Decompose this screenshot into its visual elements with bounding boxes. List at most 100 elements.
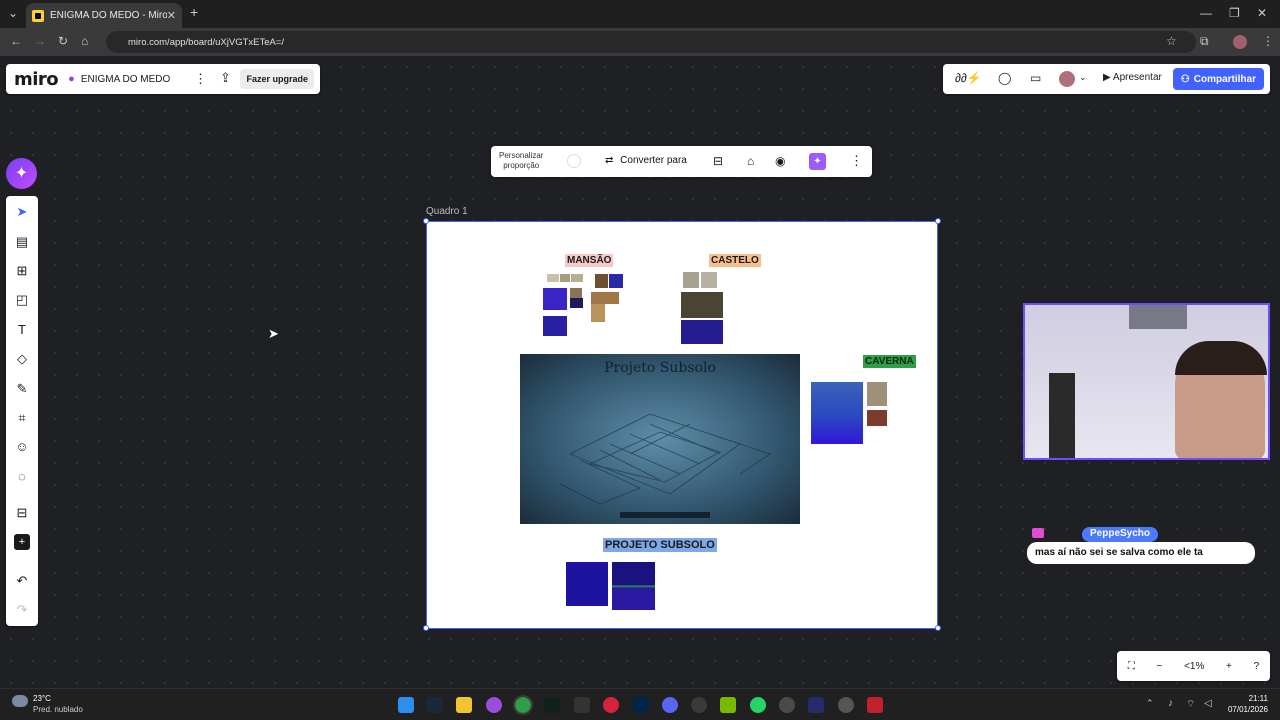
photoshop-icon[interactable] xyxy=(633,697,649,713)
resize-handle[interactable] xyxy=(935,218,941,224)
custom-proportion-button[interactable]: Personalizar proporção xyxy=(499,151,543,171)
more-options-icon[interactable]: ⋮ xyxy=(850,153,863,169)
zoom-in-icon[interactable]: + xyxy=(1226,661,1232,672)
shapes-icon[interactable]: ◇ xyxy=(14,351,30,367)
app-icon[interactable] xyxy=(867,697,883,713)
card-image[interactable] xyxy=(547,274,559,282)
card-image[interactable] xyxy=(571,274,583,282)
board-name[interactable]: ● ENIGMA DO MEDO xyxy=(68,73,170,85)
close-tab-icon[interactable]: ✕ xyxy=(167,9,176,22)
miro-logo[interactable]: miro xyxy=(14,69,59,90)
card-image[interactable] xyxy=(570,298,583,308)
browser-menu-icon[interactable]: ⋮ xyxy=(1262,34,1274,48)
text-tool-icon[interactable]: T xyxy=(14,322,30,338)
frame-title[interactable]: Quadro 1 xyxy=(426,206,468,217)
section-label-mansao[interactable]: MANSÃO xyxy=(565,254,614,267)
section-label-caverna[interactable]: CAVERNA xyxy=(863,355,916,368)
app-icon[interactable] xyxy=(808,697,824,713)
present-button[interactable]: ▶ Apresentar xyxy=(1103,72,1162,83)
comments-icon[interactable]: ◯ xyxy=(998,71,1011,85)
home-icon[interactable]: ⌂ xyxy=(81,34,88,48)
new-tab-icon[interactable]: + xyxy=(190,4,198,20)
section-label-castelo[interactable]: CASTELO xyxy=(709,254,761,267)
board-menu-icon[interactable]: ⋮ xyxy=(194,71,207,87)
browser-tab[interactable]: ENIGMA DO MEDO - Miro ✕ xyxy=(26,3,182,28)
card-image[interactable] xyxy=(543,288,567,310)
address-bar[interactable]: miro.com/app/board/uXjVGTxETeA=/ xyxy=(106,31,1196,53)
app-icon[interactable] xyxy=(691,697,707,713)
upgrade-button[interactable]: Fazer upgrade xyxy=(240,69,314,89)
reload-icon[interactable]: ↻ xyxy=(58,34,68,48)
select-tool-icon[interactable]: ➤ xyxy=(14,204,30,220)
card-image[interactable] xyxy=(609,274,623,288)
video-call-icon[interactable]: ▭ xyxy=(1030,71,1041,85)
lock-icon[interactable]: ⌂ xyxy=(747,154,754,168)
convert-to-button[interactable]: ⇄ Converter para xyxy=(605,155,687,166)
app-icon[interactable] xyxy=(574,697,590,713)
reactions-icon[interactable]: ∂∂⚡ xyxy=(955,71,982,85)
card-image[interactable] xyxy=(867,410,887,426)
card-image[interactable] xyxy=(612,562,655,610)
volume-icon[interactable]: ◁ xyxy=(1204,698,1212,709)
redo-icon[interactable]: ↷ xyxy=(14,602,30,618)
start-windows-icon[interactable] xyxy=(398,697,414,713)
share-button[interactable]: ⚇ Compartilhar xyxy=(1172,68,1264,90)
card-image[interactable] xyxy=(543,316,567,336)
card-image[interactable] xyxy=(681,292,723,318)
terminal-icon[interactable] xyxy=(544,697,560,713)
stickers-icon[interactable]: ☺ xyxy=(14,439,30,455)
table-icon[interactable]: ⊞ xyxy=(14,263,30,279)
zoom-level[interactable]: <1% xyxy=(1184,661,1204,672)
zoom-out-icon[interactable]: − xyxy=(1157,661,1163,672)
section-label-projeto-subsolo[interactable]: PROJETO SUBSOLO xyxy=(603,538,717,552)
undo-icon[interactable]: ↶ xyxy=(14,573,30,589)
card-image[interactable] xyxy=(681,320,723,344)
weather-label[interactable]: Pred. nublado xyxy=(33,705,83,714)
map-image-projeto-subsolo[interactable]: Projeto Subsolo xyxy=(520,354,800,524)
export-icon[interactable]: ⇪ xyxy=(220,70,231,86)
chevron-down-icon[interactable]: ⌄ xyxy=(1079,72,1087,83)
clock-time[interactable]: 21:11 xyxy=(1236,694,1268,703)
card-image[interactable] xyxy=(867,382,887,406)
extensions-icon[interactable]: ⧉ xyxy=(1200,34,1209,49)
card-image[interactable] xyxy=(595,274,608,288)
upload-icon[interactable]: ⊟ xyxy=(14,505,30,521)
visibility-eye-icon[interactable]: ◉ xyxy=(775,154,785,168)
resize-handle[interactable] xyxy=(935,625,941,631)
sticky-note-icon[interactable]: ◰ xyxy=(14,292,30,308)
card-image[interactable] xyxy=(591,304,605,322)
bookmark-star-icon[interactable]: ☆ xyxy=(1166,34,1177,48)
more-tools-icon[interactable]: + xyxy=(14,534,30,550)
minimize-icon[interactable]: — xyxy=(1200,6,1212,20)
resize-handle[interactable] xyxy=(423,218,429,224)
app-icon[interactable] xyxy=(603,697,619,713)
microphone-icon[interactable]: ♪ xyxy=(1168,698,1173,709)
comment-tool-icon[interactable]: ◌ xyxy=(14,469,30,485)
file-explorer-icon[interactable] xyxy=(456,697,472,713)
restore-icon[interactable]: ❐ xyxy=(1229,6,1240,20)
card-image[interactable] xyxy=(591,292,619,304)
forward-icon[interactable]: → xyxy=(34,34,46,48)
clock-date[interactable]: 07/01/2026 xyxy=(1222,705,1268,714)
fill-color-button[interactable] xyxy=(567,154,581,168)
tray-chevron-icon[interactable]: ⌃ xyxy=(1146,698,1154,709)
help-icon[interactable]: ? xyxy=(1254,661,1260,672)
close-window-icon[interactable]: ✕ xyxy=(1257,6,1267,20)
collaborator-avatar[interactable] xyxy=(1059,71,1075,87)
card-image[interactable] xyxy=(560,274,570,282)
fit-to-screen-icon[interactable]: ⛶ xyxy=(1128,661,1135,672)
card-image[interactable] xyxy=(701,272,717,288)
app-icon[interactable] xyxy=(486,697,502,713)
app-icon[interactable] xyxy=(779,697,795,713)
ai-assist-button[interactable]: ✦ xyxy=(6,158,37,189)
ai-sparkle-button[interactable]: ✦ xyxy=(809,153,826,170)
tab-list-icon[interactable]: ⌄ xyxy=(8,6,18,20)
app-icon[interactable] xyxy=(838,697,854,713)
card-image[interactable] xyxy=(683,272,699,288)
templates-icon[interactable]: ▤ xyxy=(14,234,30,250)
temperature[interactable]: 23°C xyxy=(33,694,51,703)
resize-handle[interactable] xyxy=(423,625,429,631)
layout-icon[interactable]: ⊟ xyxy=(713,154,723,168)
network-icon[interactable]: ⌔ xyxy=(1186,698,1195,711)
whatsapp-icon[interactable] xyxy=(750,697,766,713)
